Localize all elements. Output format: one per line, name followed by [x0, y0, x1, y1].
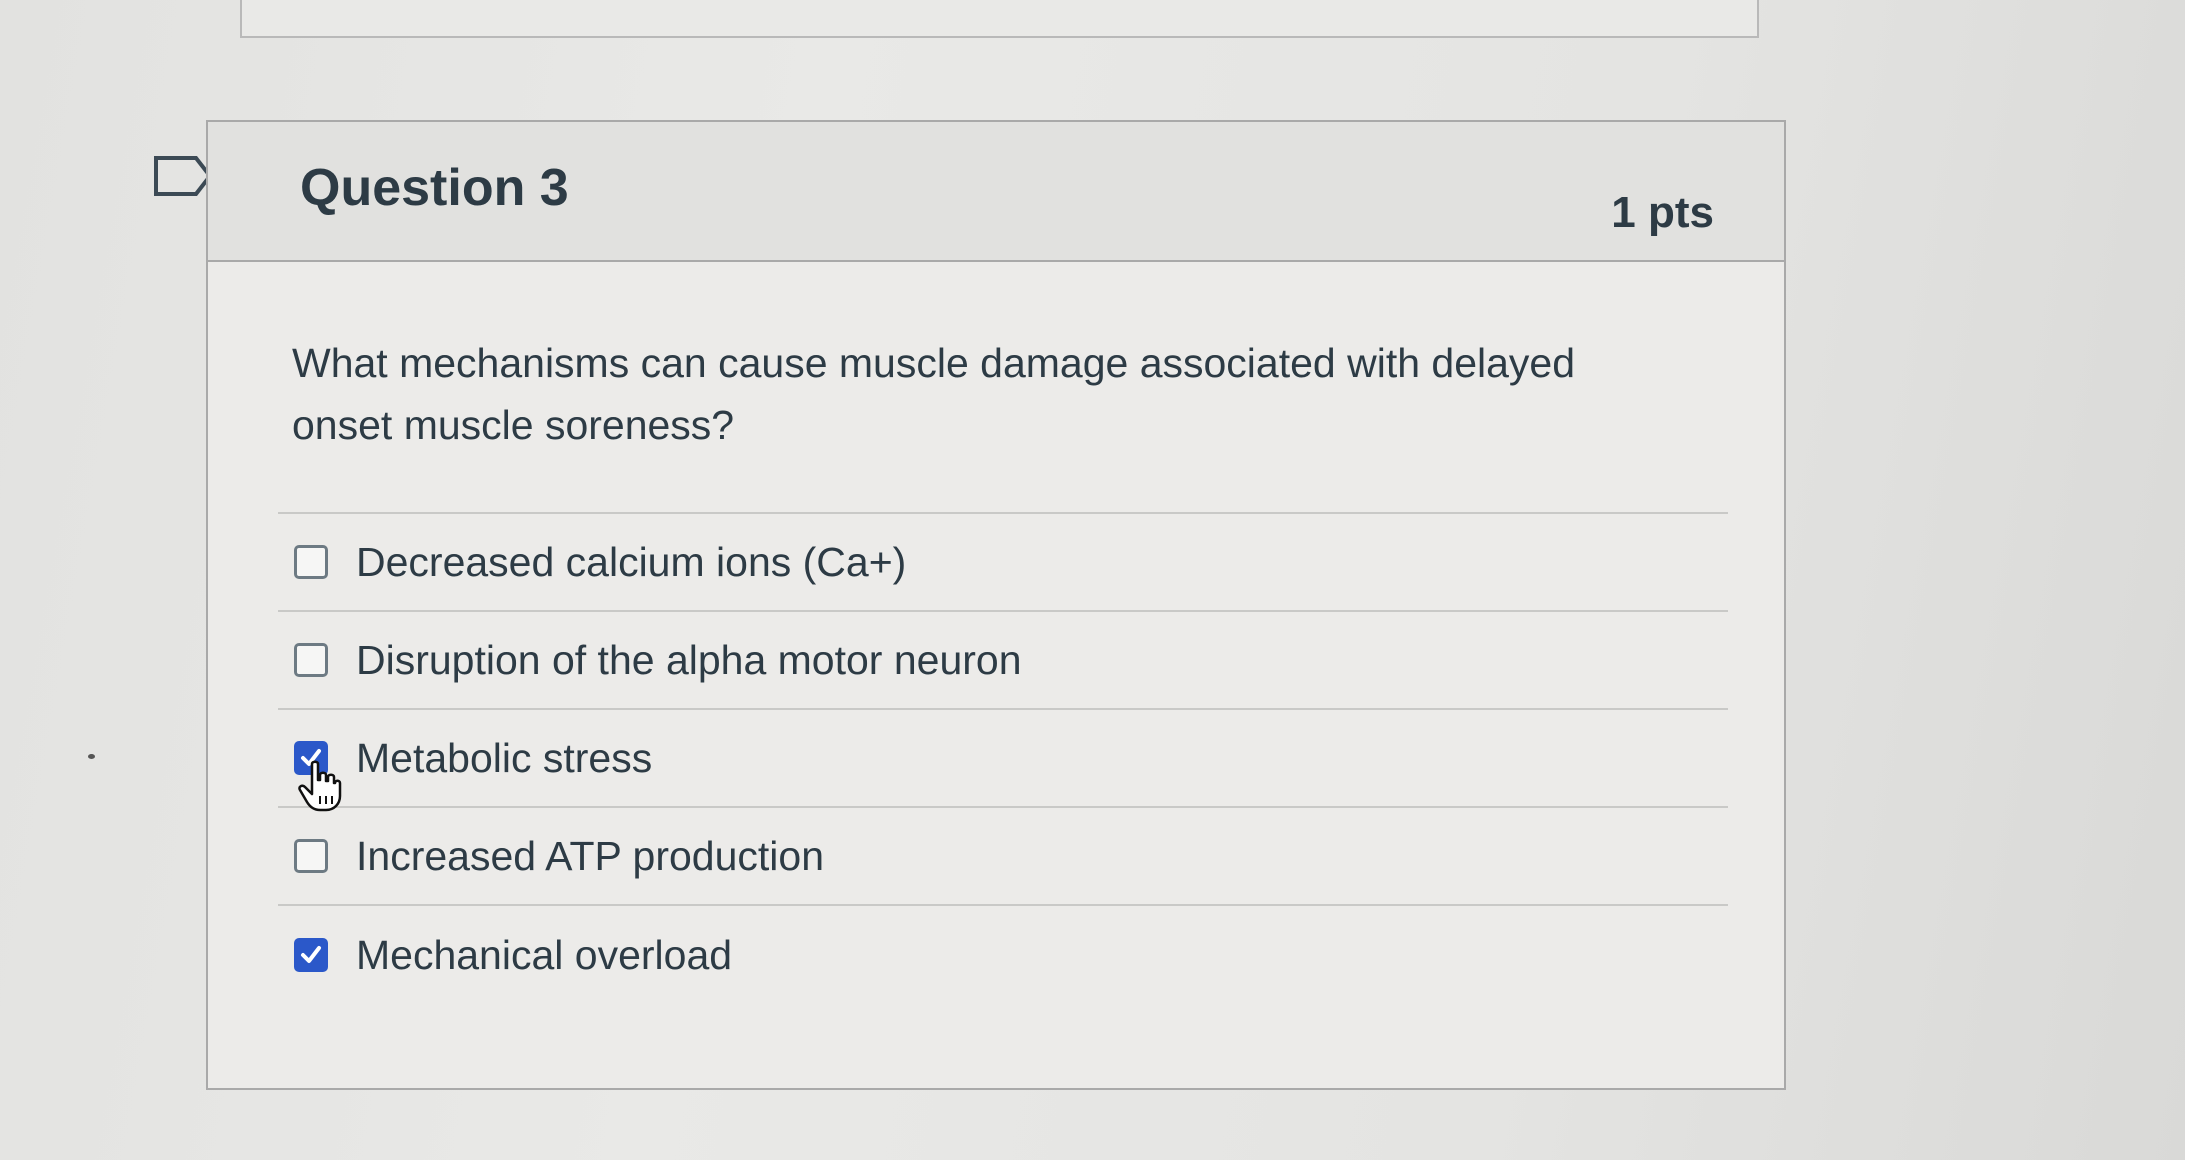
checkmark-icon — [301, 946, 321, 963]
answer-option[interactable]: Increased ATP production — [278, 808, 1728, 906]
screen-speck — [88, 754, 95, 759]
question-header: Question 3 1 pts — [208, 122, 1784, 262]
question-points: 1 pts — [1611, 188, 1714, 237]
question-text: What mechanisms can cause muscle damage … — [292, 340, 1576, 448]
checkbox-icon[interactable] — [294, 643, 328, 677]
question-title: Question 3 — [300, 159, 569, 217]
checkbox-icon[interactable] — [294, 839, 328, 873]
flag-question-icon[interactable] — [152, 154, 214, 198]
answer-list: Decreased calcium ions (Ca+) Disruption … — [278, 512, 1728, 1004]
answer-option[interactable]: Decreased calcium ions (Ca+) — [278, 514, 1728, 612]
answer-option[interactable]: Metabolic stress — [278, 710, 1728, 808]
answer-label: Decreased calcium ions (Ca+) — [356, 538, 907, 585]
question-card: Question 3 1 pts What mechanisms can cau… — [206, 120, 1786, 1090]
answer-label: Metabolic stress — [356, 734, 653, 781]
answer-label: Disruption of the alpha motor neuron — [356, 636, 1022, 683]
checkbox-icon[interactable] — [294, 545, 328, 579]
answer-option[interactable]: Mechanical overload — [278, 906, 1728, 1004]
answer-option[interactable]: Disruption of the alpha motor neuron — [278, 612, 1728, 710]
answer-label: Increased ATP production — [356, 832, 824, 879]
previous-question-card — [240, 0, 1759, 38]
checkbox-icon[interactable] — [294, 938, 328, 972]
answer-label: Mechanical overload — [356, 931, 733, 978]
hand-pointer-cursor-icon — [298, 760, 342, 812]
